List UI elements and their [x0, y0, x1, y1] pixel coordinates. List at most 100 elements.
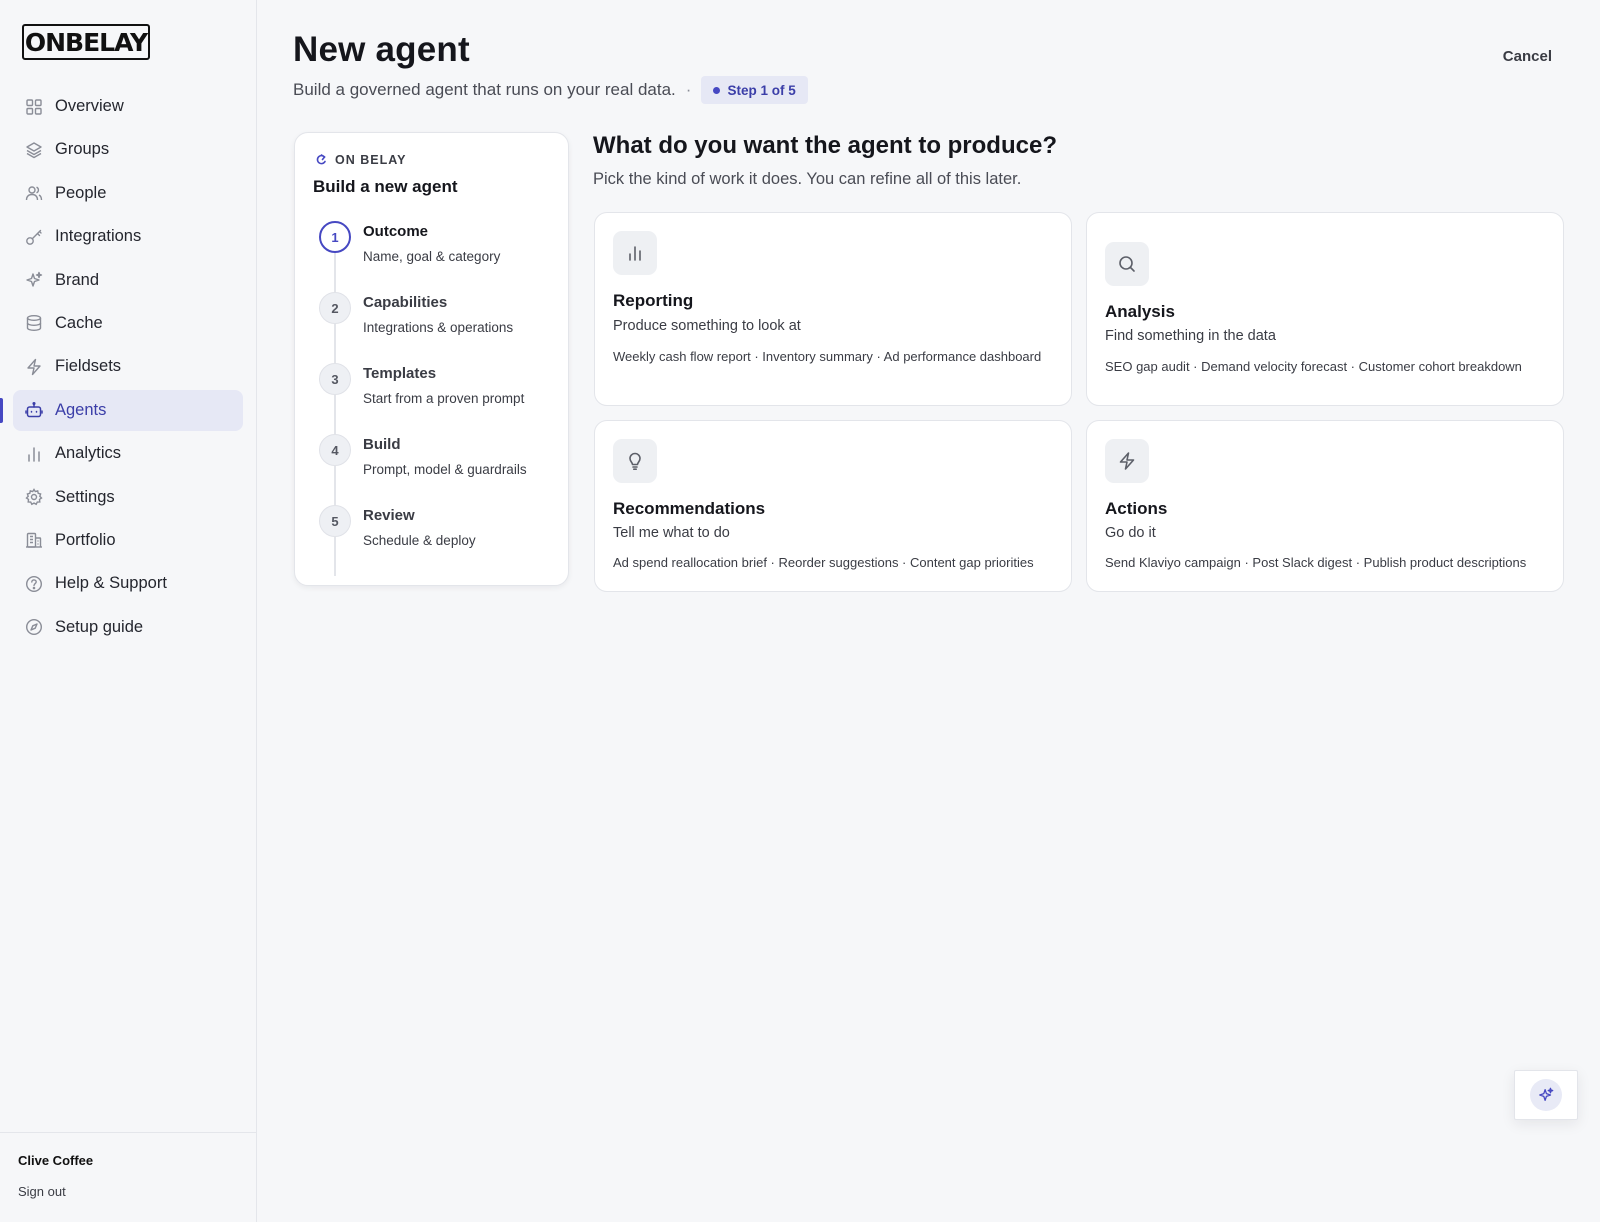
bar-chart-icon [613, 231, 657, 275]
option-title: Reporting [613, 291, 694, 310]
option-subtitle: Produce something to look at [613, 318, 801, 334]
step-label: Outcome [363, 223, 429, 240]
option-examples: Weekly cash flow report · Inventory summ… [613, 349, 1042, 364]
sidebar-item-label: Analytics [55, 444, 122, 463]
sidebar-item-label: Portfolio [55, 530, 116, 549]
option-subtitle: Tell me what to do [613, 525, 730, 541]
stepper-eyebrow-label: ON BELAY [335, 153, 407, 167]
sidebar-item-settings[interactable]: Settings [13, 477, 243, 518]
lightbulb-icon [613, 439, 657, 483]
step-number: 3 [319, 363, 351, 395]
sidebar-item-analytics[interactable]: Analytics [13, 433, 243, 474]
sidebar-item-brand[interactable]: Brand [13, 260, 243, 301]
sidebar-item-label: Setup guide [55, 617, 144, 636]
help-circle-icon [25, 575, 43, 593]
step-list: 1 Outcome Name, goal & category 2 Capabi… [319, 221, 559, 576]
step-description: Prompt, model & guardrails [363, 462, 527, 477]
step-number: 5 [319, 505, 351, 537]
sidebar-item-label: Overview [55, 97, 124, 115]
step-description: Start from a proven prompt [363, 391, 525, 406]
sidebar-item-cache[interactable]: Cache [13, 303, 243, 344]
sidebar-item-people[interactable]: People [13, 173, 243, 214]
step-number: 4 [319, 434, 351, 466]
step-review[interactable]: 5 Review Schedule & deploy [319, 505, 559, 576]
sidebar-item-label: People [55, 183, 107, 202]
sign-out-link[interactable]: Sign out [18, 1184, 239, 1199]
step-build[interactable]: 4 Build Prompt, model & guardrails [319, 434, 559, 505]
grid-icon [25, 98, 43, 116]
step-label: Review [363, 507, 415, 524]
sidebar-item-label: Agents [55, 400, 107, 419]
step-badge: Step 1 of 5 [701, 76, 808, 104]
option-examples: Send Klaviyo campaign · Post Slack diges… [1105, 555, 1527, 570]
refresh-icon [315, 154, 327, 166]
option-subtitle: Go do it [1105, 525, 1156, 541]
bolt-icon [1105, 439, 1149, 483]
step-badge-label: Step 1 of 5 [727, 82, 796, 98]
sidebar-item-integrations[interactable]: Integrations [13, 216, 243, 257]
sidebar-item-label: Brand [55, 270, 100, 289]
wizard-stepper: ON BELAY Build a new agent 1 Outcome Nam… [294, 132, 569, 586]
sidebar-nav: Overview Groups People Integrations Bran… [0, 86, 243, 650]
option-card-reporting[interactable]: Reporting Produce something to look at W… [594, 212, 1072, 406]
step-number: 1 [319, 221, 351, 253]
gear-icon [25, 488, 43, 506]
option-card-recommendations[interactable]: Recommendations Tell me what to do Ad sp… [594, 420, 1072, 592]
option-card-analysis[interactable]: Analysis Find something in the data SEO … [1086, 212, 1564, 406]
sidebar-item-agents[interactable]: Agents [0, 389, 243, 431]
option-title: Recommendations [613, 499, 766, 518]
sidebar-item-overview[interactable]: Overview [13, 86, 243, 127]
sidebar-item-fieldsets[interactable]: Fieldsets [13, 346, 243, 387]
building-icon [25, 531, 43, 549]
step-connector [334, 324, 336, 363]
step-description: Integrations & operations [363, 320, 514, 335]
sidebar-item-label: Cache [55, 313, 103, 332]
section-subtitle: Pick the kind of work it does. You can r… [593, 170, 1022, 188]
database-icon [25, 314, 43, 332]
sidebar-item-label: Settings [55, 487, 115, 506]
step-templates[interactable]: 3 Templates Start from a proven prompt [319, 363, 559, 434]
brand-logo[interactable]: ONBELAY [22, 24, 150, 60]
compass-icon [25, 618, 43, 636]
option-title: Analysis [1105, 302, 1175, 321]
step-capabilities[interactable]: 2 Capabilities Integrations & operations [319, 292, 559, 363]
users-icon [25, 184, 43, 202]
layers-icon [25, 141, 43, 159]
step-connector [334, 466, 336, 505]
sidebar-item-help-support[interactable]: Help & Support [13, 563, 243, 604]
sidebar-item-groups[interactable]: Groups [13, 129, 243, 170]
step-description: Name, goal & category [363, 249, 501, 264]
page-subtitle: Build a governed agent that runs on your… [293, 80, 676, 99]
cancel-button[interactable]: Cancel [1503, 48, 1552, 65]
step-connector [334, 253, 336, 292]
bolt-icon [25, 358, 43, 376]
option-title: Actions [1105, 499, 1168, 518]
section-title: What do you want the agent to produce? [593, 132, 1057, 159]
step-description: Schedule & deploy [363, 533, 476, 548]
search-icon [1105, 242, 1149, 286]
step-label: Templates [363, 365, 437, 382]
step-outcome[interactable]: 1 Outcome Name, goal & category [319, 221, 559, 292]
stepper-eyebrow: ON BELAY [315, 153, 406, 167]
sidebar-item-portfolio[interactable]: Portfolio [13, 520, 243, 561]
status-dot [713, 86, 721, 94]
step-label: Build [363, 436, 401, 453]
option-card-actions[interactable]: Actions Go do it Send Klaviyo campaign ·… [1086, 420, 1564, 592]
option-examples: SEO gap audit · Demand velocity forecast… [1105, 359, 1522, 374]
sidebar-item-label: Groups [55, 140, 110, 159]
sparkles-icon [25, 271, 43, 289]
sidebar-item-setup-guide[interactable]: Setup guide [13, 607, 243, 648]
assistant-button[interactable] [1514, 1070, 1578, 1120]
option-subtitle: Find something in the data [1105, 328, 1276, 344]
sparkles-icon [1530, 1079, 1562, 1111]
sidebar-item-label: Help & Support [55, 574, 167, 593]
option-examples: Ad spend reallocation brief · Reorder su… [613, 555, 1034, 570]
sidebar-item-label: Fieldsets [55, 357, 122, 376]
org-name: Clive Coffee [18, 1153, 94, 1168]
page-title: New agent [293, 30, 470, 69]
robot-icon [25, 401, 43, 419]
step-number: 2 [319, 292, 351, 324]
stepper-title: Build a new agent [313, 177, 458, 196]
step-connector [334, 537, 336, 576]
bar-chart-icon [25, 445, 43, 463]
